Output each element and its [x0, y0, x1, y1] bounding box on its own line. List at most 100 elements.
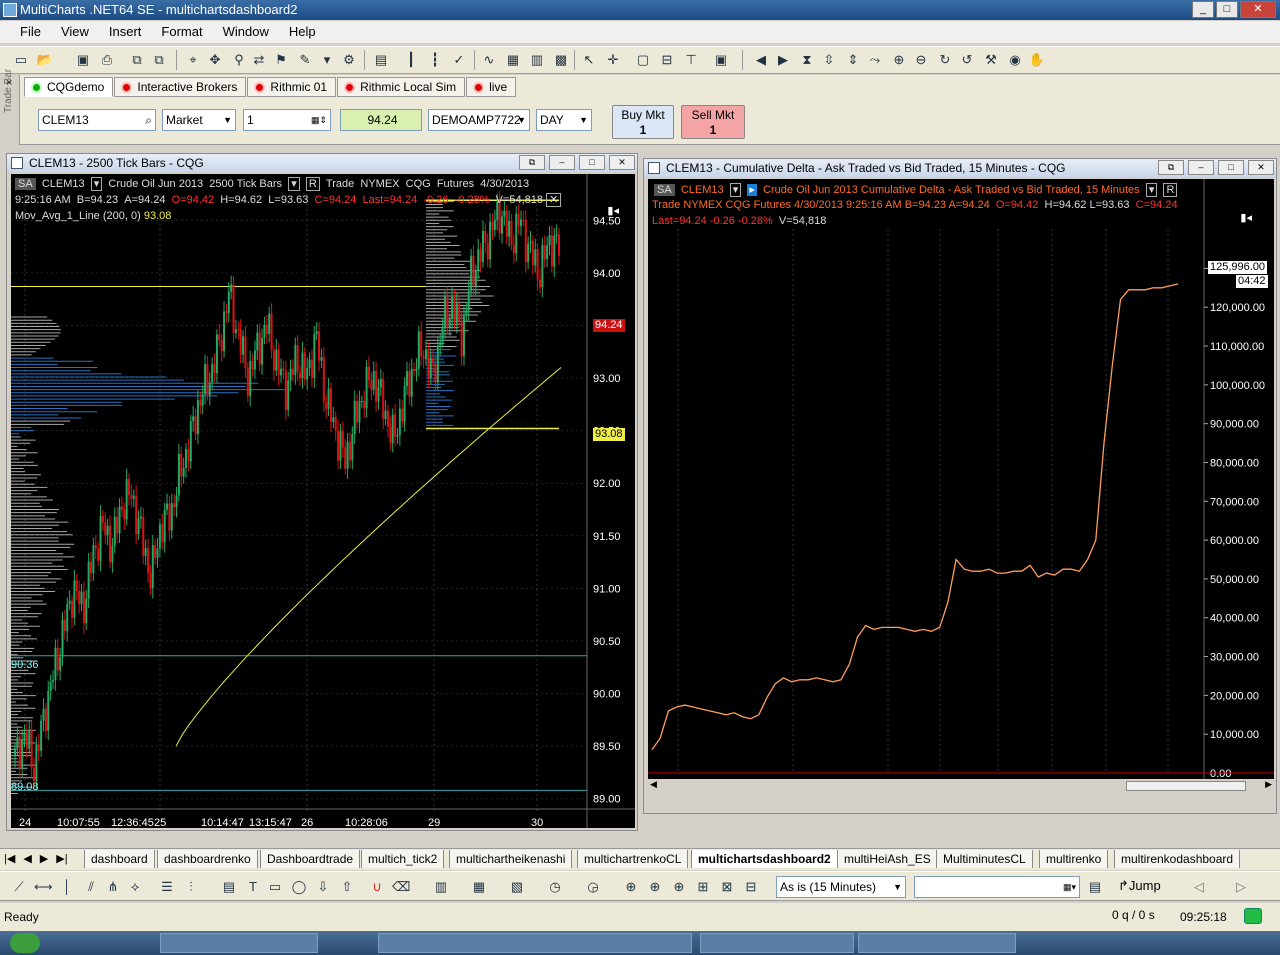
tab-live[interactable]: live	[466, 77, 517, 97]
check-icon[interactable]: ✓	[450, 51, 468, 69]
tif-select[interactable]: DAY ▼	[536, 109, 592, 131]
menu-insert[interactable]: Insert	[99, 21, 152, 43]
price-field[interactable]: 94.24	[340, 109, 422, 131]
last-tab-icon[interactable]: ▶|	[56, 852, 67, 865]
window-close-button[interactable]: ✕	[1248, 160, 1274, 175]
settings-icon[interactable]: ▤	[1086, 878, 1104, 896]
scale-toggle-icon[interactable]: ▮◂	[607, 204, 619, 217]
window-close-button[interactable]: ✕	[609, 155, 635, 170]
open-folder-icon[interactable]: 📂	[36, 51, 54, 69]
resolution-dropdown-icon[interactable]: ▾	[288, 177, 300, 191]
indicator-icon[interactable]: ∿	[480, 51, 498, 69]
sa-dropdown[interactable]: SA	[654, 184, 675, 196]
taskbar-item[interactable]	[858, 933, 1016, 953]
rectangle-icon[interactable]: ▭	[266, 878, 284, 896]
link-icon[interactable]: ⚲	[230, 51, 248, 69]
date-picker-input[interactable]: ▦▾	[914, 876, 1080, 898]
day-icon[interactable]: ⊕	[670, 878, 688, 896]
resolution-dropdown-icon[interactable]: ▾	[1145, 183, 1158, 197]
symbol-dropdown-icon[interactable]: ▾	[90, 177, 103, 191]
r-dropdown[interactable]: R	[1163, 183, 1178, 197]
text-icon[interactable]: T	[244, 878, 262, 896]
save-icon[interactable]: ▣	[74, 51, 92, 69]
scroll-down-icon[interactable]: ⊟	[658, 51, 676, 69]
comment-icon[interactable]: ▢	[634, 51, 652, 69]
signal-icon[interactable]: ⚑	[272, 51, 290, 69]
window-minimize-button[interactable]: –	[1188, 160, 1214, 175]
delta-chart-svg[interactable]: 130,000.00120,000.00110,000.00100,000.00…	[648, 179, 1274, 793]
taskbar-item[interactable]	[160, 933, 318, 953]
menu-format[interactable]: Format	[151, 21, 212, 43]
delta-chart-canvas[interactable]: 130,000.00120,000.00110,000.00100,000.00…	[648, 179, 1274, 793]
bar-chart-icon[interactable]: ┃	[402, 51, 420, 69]
pitchfork-icon[interactable]: ⋔	[104, 878, 122, 896]
trendline-icon[interactable]: ⟋	[10, 878, 28, 896]
sheet-tab[interactable]: MultiminutesCL	[936, 850, 1033, 868]
menu-view[interactable]: View	[51, 21, 99, 43]
window-minimize-button[interactable]: –	[549, 155, 575, 170]
sheet-tab[interactable]: dashboardrenko	[157, 850, 258, 868]
sheet-tab[interactable]: multichartrenkoCL	[577, 850, 689, 868]
year-icon[interactable]: ⊟	[742, 878, 760, 896]
paste-icon[interactable]: ⧉	[150, 51, 168, 69]
tab-rithmic-local-sim[interactable]: Rithmic Local Sim	[337, 77, 466, 97]
buy-market-button[interactable]: Buy Mkt 1	[612, 105, 674, 139]
fibonacci-icon[interactable]: ☰	[158, 878, 176, 896]
tab-cqgdemo[interactable]: CQGdemo	[24, 77, 114, 97]
arrows-icon[interactable]: ⇄	[250, 51, 268, 69]
eye-icon[interactable]: ◉	[1006, 51, 1024, 69]
sheet-tab[interactable]: multirenkodashboard	[1114, 850, 1241, 868]
first-tab-icon[interactable]: |◀	[4, 852, 15, 865]
scroll-thumb[interactable]	[1126, 781, 1246, 791]
symbol-dropdown-icon[interactable]: ▾	[729, 183, 742, 197]
detach-icon[interactable]: ⧉	[519, 155, 545, 170]
back-icon[interactable]: ◁	[1190, 878, 1208, 896]
order-type-select[interactable]: Market ▼	[162, 109, 236, 131]
taskbar-item[interactable]	[700, 933, 854, 953]
month-icon[interactable]: ⊠	[718, 878, 736, 896]
zoom-out-icon[interactable]: ⊖	[912, 51, 930, 69]
redo-icon[interactable]: ↺	[958, 51, 976, 69]
resolution-select[interactable]: As is (15 Minutes) ▼	[776, 876, 906, 898]
zoom-in-icon[interactable]: ⊕	[890, 51, 908, 69]
copy-icon[interactable]: ⧉	[128, 51, 146, 69]
forward-icon[interactable]: ▷	[1232, 878, 1250, 896]
tab-interactive-brokers[interactable]: Interactive Brokers	[114, 77, 247, 97]
tick-chart-canvas[interactable]: 94.5094.0093.5093.0092.5092.0091.5091.00…	[11, 174, 635, 828]
minute-icon[interactable]: ⊕	[622, 878, 640, 896]
arrow-down-icon[interactable]: ⇩	[314, 878, 332, 896]
calendar-icon[interactable]: ◶	[584, 878, 602, 896]
vertical-line-icon[interactable]: │	[58, 878, 76, 896]
text-list-icon[interactable]: ▤	[220, 878, 238, 896]
chart-trading-icon[interactable]: ▩	[552, 51, 570, 69]
channel-icon[interactable]: ⫽	[82, 878, 100, 896]
tools-icon[interactable]: ⚒	[982, 51, 1000, 69]
symbol-input[interactable]: CLEM13 ⌕	[38, 109, 156, 131]
order-icon[interactable]: ▥	[528, 51, 546, 69]
eraser-icon[interactable]: ⌫	[392, 878, 410, 896]
scroll-right-icon[interactable]: ▶	[774, 51, 792, 69]
sell-market-button[interactable]: Sell Mkt 1	[681, 105, 745, 139]
volume-icon[interactable]: ▦	[470, 878, 488, 896]
cross-cursor-icon[interactable]: ✛	[604, 51, 622, 69]
dom-icon[interactable]: ▦	[504, 51, 522, 69]
pen-icon[interactable]: ✎	[296, 51, 314, 69]
close-button[interactable]: ✕	[1240, 1, 1276, 18]
sheet-tab[interactable]: multirenko	[1039, 850, 1109, 868]
ellipse-icon[interactable]: ◯	[290, 878, 308, 896]
sheet-tab[interactable]: multiHeiAsh_ES	[837, 850, 938, 868]
window-maximize-button[interactable]: □	[579, 155, 605, 170]
sheet-tab[interactable]: Dashboardtrade	[260, 850, 361, 868]
fit-icon[interactable]: ⇕	[844, 51, 862, 69]
arrow-up-icon[interactable]: ⇧	[338, 878, 356, 896]
header-close-icon[interactable]: ✕	[546, 193, 562, 207]
fan-icon[interactable]: ⟡	[126, 878, 144, 896]
clock-icon[interactable]: ◷	[546, 878, 564, 896]
expand-icon[interactable]: ⇳	[820, 51, 838, 69]
search-icon[interactable]: ⌕	[145, 110, 152, 130]
tab-rithmic-01[interactable]: Rithmic 01	[247, 77, 337, 97]
pointer-icon[interactable]: ↖	[580, 51, 598, 69]
format-icon[interactable]: ⌖	[184, 51, 202, 69]
tick-icon[interactable]: ▥	[432, 878, 450, 896]
taskbar-item[interactable]	[378, 933, 692, 953]
